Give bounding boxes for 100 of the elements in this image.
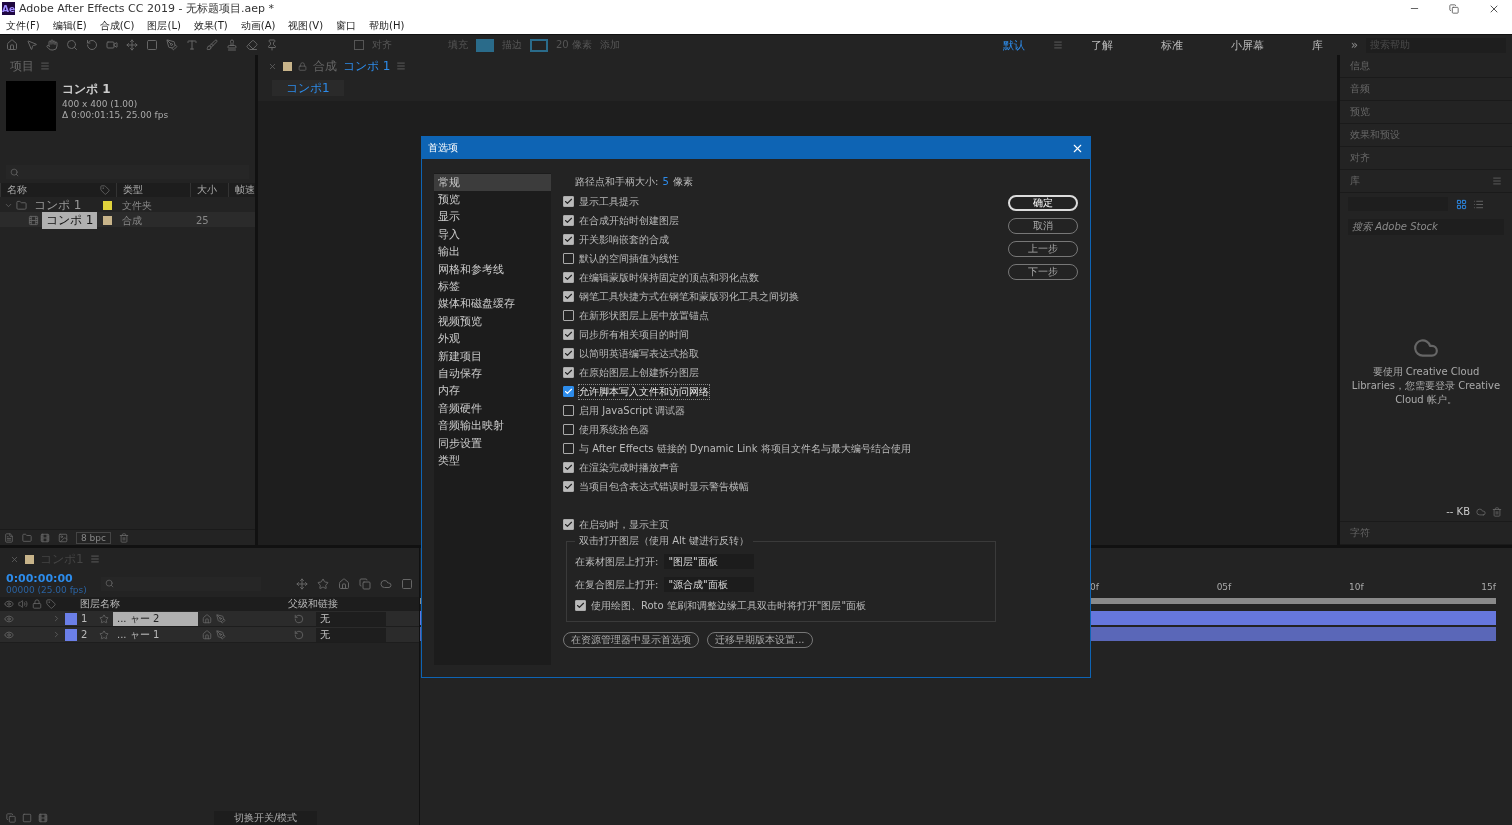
checkbox[interactable] bbox=[563, 253, 574, 264]
star-icon[interactable] bbox=[99, 613, 109, 624]
menu-item[interactable]: 图层(L) bbox=[147, 18, 181, 33]
eye-icon[interactable] bbox=[4, 613, 14, 624]
layer-name[interactable]: ... ャー 1 bbox=[113, 627, 198, 642]
trash-icon[interactable] bbox=[118, 532, 129, 543]
hand-icon[interactable] bbox=[46, 39, 58, 51]
category-item[interactable]: 显示 bbox=[434, 208, 551, 227]
item-name[interactable]: コンポ 1 bbox=[42, 212, 98, 229]
text-tool-icon[interactable] bbox=[186, 39, 198, 51]
checkbox[interactable] bbox=[563, 481, 574, 492]
menu-item[interactable]: 视图(V) bbox=[288, 18, 324, 33]
category-item[interactable]: 输出 bbox=[434, 243, 551, 261]
lock-icon[interactable] bbox=[298, 61, 307, 71]
category-item[interactable]: 标签 bbox=[434, 278, 551, 296]
category-item[interactable]: 内存 bbox=[434, 382, 551, 401]
eraser-icon[interactable] bbox=[246, 39, 258, 51]
comp-tab[interactable]: コンポ 1 bbox=[343, 57, 391, 75]
menu-item[interactable]: 窗口 bbox=[336, 18, 357, 33]
column-header[interactable]: 类型 bbox=[116, 183, 190, 197]
path-size-value[interactable]: 5 bbox=[662, 176, 669, 187]
parent-dropdown[interactable]: 无 bbox=[316, 627, 386, 642]
workspace-tab[interactable]: 库 bbox=[1311, 37, 1323, 53]
category-item[interactable]: 网格和参考线 bbox=[434, 260, 551, 279]
camera-icon[interactable] bbox=[106, 39, 118, 51]
workspace-tab[interactable]: 默认 bbox=[1002, 37, 1025, 53]
column-header[interactable]: 大小 bbox=[190, 183, 228, 197]
menu-icon[interactable] bbox=[396, 61, 407, 71]
checkbox[interactable] bbox=[563, 234, 574, 245]
toggle-button[interactable]: 切换开关/模式 bbox=[214, 810, 318, 825]
trash-icon[interactable] bbox=[1492, 506, 1502, 517]
checkbox[interactable] bbox=[563, 215, 574, 226]
checkbox[interactable] bbox=[563, 291, 574, 302]
panel-dropdown[interactable]: "源合成"面板 bbox=[664, 577, 755, 592]
checkbox[interactable] bbox=[563, 367, 574, 378]
column-header[interactable]: 帧速 bbox=[228, 183, 255, 197]
category-item[interactable]: 类型 bbox=[434, 452, 551, 470]
category-item[interactable]: 音频输出映射 bbox=[434, 417, 551, 435]
checkbox[interactable] bbox=[563, 272, 574, 283]
layers-icon[interactable] bbox=[359, 577, 371, 590]
menu-icon[interactable] bbox=[89, 554, 100, 564]
menu-icon[interactable] bbox=[1492, 176, 1502, 186]
column-header[interactable]: 名称 bbox=[0, 183, 100, 197]
menu-item[interactable]: 动画(A) bbox=[240, 18, 276, 33]
folder-icon[interactable] bbox=[22, 532, 32, 543]
menu-icon[interactable] bbox=[40, 61, 50, 71]
lock-icon[interactable] bbox=[32, 599, 42, 609]
checkbox[interactable] bbox=[563, 310, 574, 321]
more-button[interactable]: » bbox=[1350, 38, 1358, 52]
menu-item[interactable]: 合成(C) bbox=[99, 18, 135, 33]
checkbox[interactable] bbox=[563, 519, 574, 530]
eye-icon[interactable] bbox=[4, 599, 14, 609]
star-icon[interactable] bbox=[99, 629, 109, 640]
category-item[interactable]: 媒体和磁盘缓存 bbox=[434, 295, 551, 314]
column-header[interactable]: 父级和链接 bbox=[288, 597, 338, 611]
zoom-icon[interactable] bbox=[66, 39, 78, 51]
menu-icon[interactable] bbox=[1052, 40, 1063, 50]
checkbox[interactable] bbox=[563, 405, 574, 416]
pin-icon[interactable] bbox=[266, 39, 278, 51]
bit-depth[interactable]: 8 bpc bbox=[76, 531, 111, 544]
list-view-icon[interactable] bbox=[1473, 198, 1484, 210]
move-icon[interactable] bbox=[126, 39, 138, 51]
category-item[interactable]: 常规 bbox=[434, 174, 551, 192]
pointer-icon[interactable] bbox=[26, 39, 38, 51]
audio-icon[interactable] bbox=[18, 599, 28, 609]
category-item[interactable]: 外观 bbox=[434, 330, 551, 348]
stroke-swatch[interactable] bbox=[530, 38, 548, 52]
brush-icon[interactable] bbox=[206, 39, 218, 51]
category-item[interactable]: 自动保存 bbox=[434, 365, 551, 383]
snap-checkbox[interactable] bbox=[354, 40, 364, 50]
item-name[interactable]: コンポ 1 bbox=[30, 197, 86, 214]
checkbox[interactable] bbox=[563, 348, 574, 359]
search-field[interactable]: 搜索 Adobe Stock bbox=[1348, 219, 1504, 235]
checkbox[interactable] bbox=[563, 386, 574, 397]
rotate-icon[interactable] bbox=[86, 39, 98, 51]
current-time[interactable]: 0:00:00:00 bbox=[6, 572, 87, 585]
rectangle-icon[interactable] bbox=[146, 39, 158, 51]
checkbox[interactable] bbox=[563, 424, 574, 435]
checkbox[interactable] bbox=[563, 329, 574, 340]
breadcrumb[interactable]: コンポ1 bbox=[272, 80, 344, 96]
home-icon[interactable] bbox=[6, 39, 18, 51]
checkbox[interactable] bbox=[563, 196, 574, 207]
panel-dropdown[interactable]: "图层"面板 bbox=[664, 554, 755, 569]
eye-icon[interactable] bbox=[4, 629, 14, 640]
pen-icon[interactable] bbox=[166, 39, 178, 51]
stamp-icon[interactable] bbox=[226, 39, 238, 51]
grid-view-icon[interactable] bbox=[1456, 198, 1467, 210]
category-item[interactable]: 导入 bbox=[434, 226, 551, 244]
tag-icon[interactable] bbox=[46, 599, 56, 609]
category-item[interactable]: 同步设置 bbox=[434, 434, 551, 453]
parent-dropdown[interactable]: 无 bbox=[316, 611, 386, 626]
menu-item[interactable]: 文件(F) bbox=[6, 18, 40, 33]
menu-item[interactable]: 编辑(E) bbox=[52, 18, 87, 33]
category-item[interactable]: 视频预览 bbox=[434, 313, 551, 331]
column-header[interactable]: 图层名称 bbox=[80, 597, 180, 611]
checkbox[interactable] bbox=[563, 462, 574, 473]
category-item[interactable]: 音频硬件 bbox=[434, 400, 551, 418]
category-item[interactable]: 新建项目 bbox=[434, 347, 551, 366]
workspace-tab[interactable]: 小屏幕 bbox=[1230, 37, 1264, 53]
checkbox[interactable] bbox=[575, 600, 586, 611]
